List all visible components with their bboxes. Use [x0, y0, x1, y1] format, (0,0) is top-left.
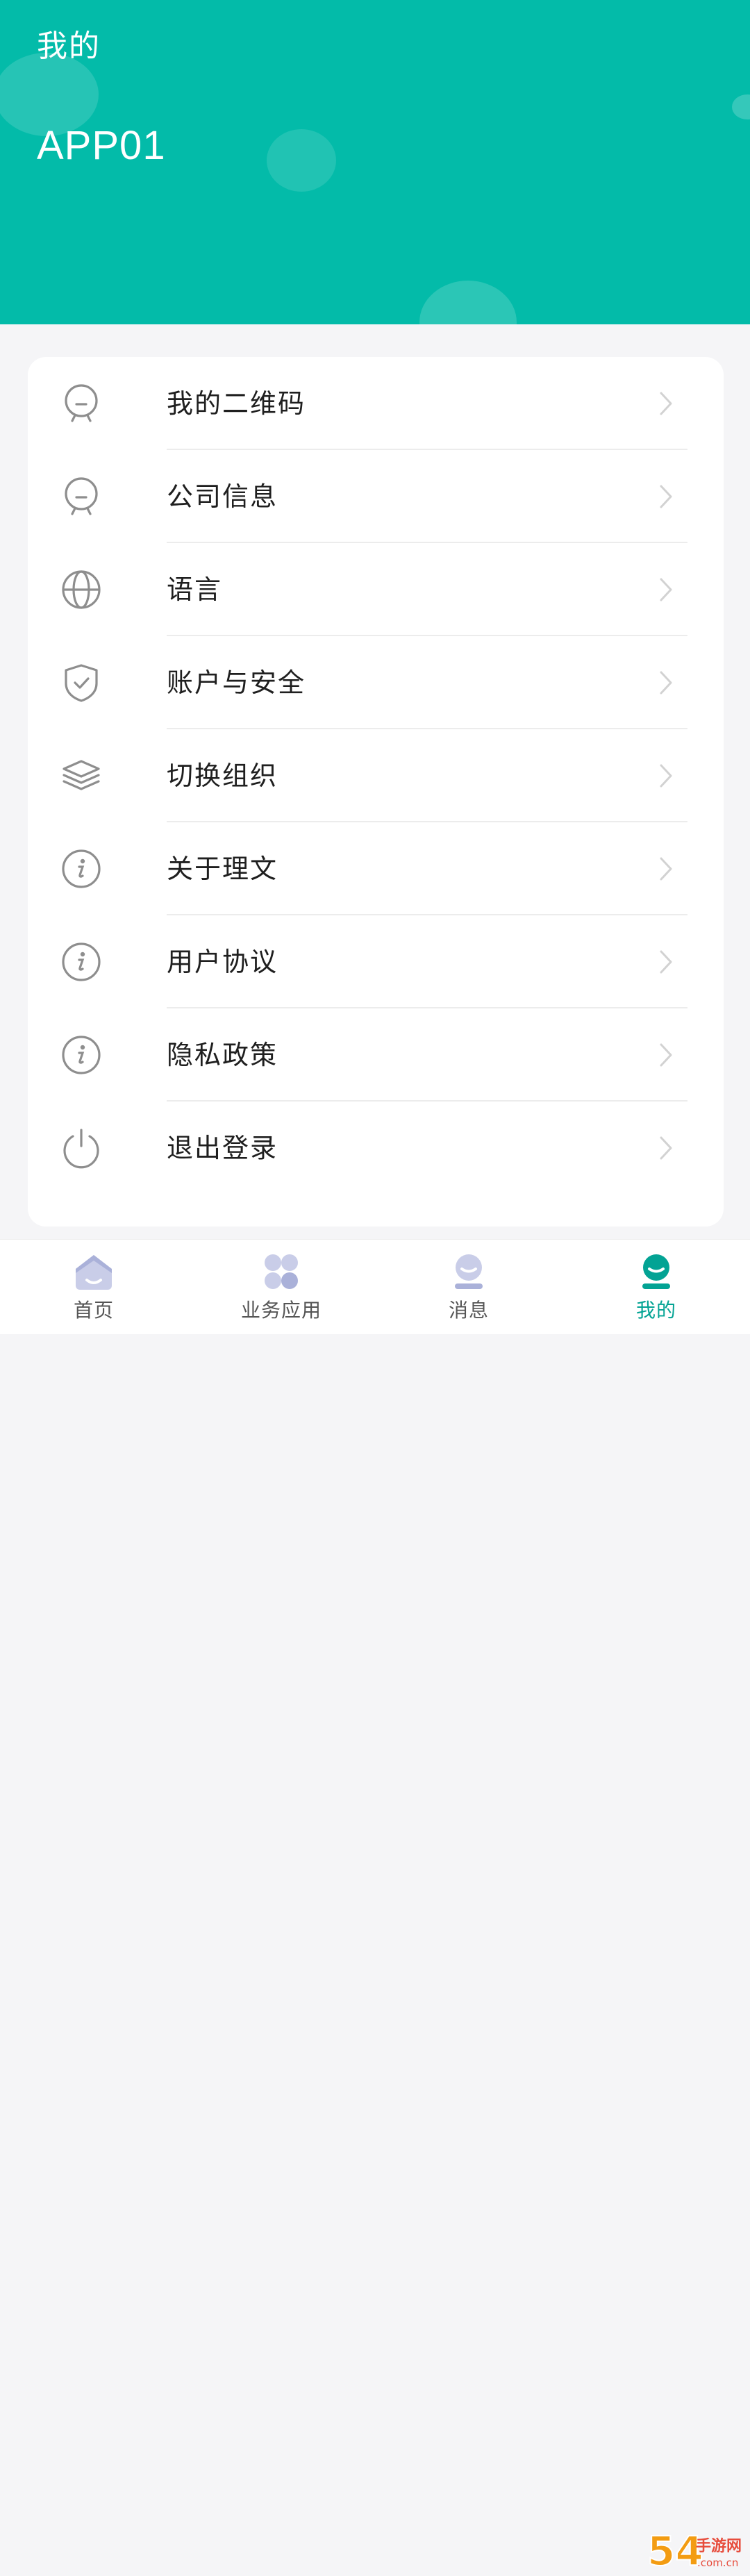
bottom-tab-bar: 首页 业务应用 消息 我的 54 手游网 .com.cn — [0, 1239, 750, 2575]
chevron-right-icon — [651, 947, 679, 977]
info-icon — [60, 940, 103, 983]
tab-label: 业务应用 — [240, 1299, 322, 1322]
tab-label: 消息 — [448, 1299, 489, 1322]
chevron-right-icon — [651, 389, 679, 418]
svg-text:.com.cn: .com.cn — [697, 2557, 738, 2569]
menu-item-account-security[interactable]: 账户与安全 — [28, 636, 724, 729]
home-icon — [73, 1252, 115, 1291]
decorative-bubble — [419, 281, 517, 324]
robot-face-icon — [60, 475, 103, 518]
tab-label: 首页 — [73, 1299, 114, 1322]
menu-item-label: 语言 — [167, 574, 223, 605]
chevron-right-icon — [651, 761, 679, 790]
svg-text:54: 54 — [647, 2527, 703, 2573]
menu-item-label: 隐私政策 — [167, 1040, 278, 1070]
tab-profile[interactable]: 我的 — [562, 1240, 750, 1334]
chevron-right-icon — [651, 854, 679, 883]
watermark-logo: 54 手游网 .com.cn — [646, 2526, 750, 2575]
svg-text:手游网: 手游网 — [696, 2537, 742, 2555]
menu-item-label: 公司信息 — [167, 481, 278, 512]
menu-item-label: 关于理文 — [167, 854, 278, 884]
menu-item-label: 账户与安全 — [167, 667, 306, 698]
tab-label: 我的 — [635, 1299, 676, 1322]
shield-check-icon — [60, 661, 103, 704]
globe-icon — [60, 568, 103, 611]
robot-face-icon — [60, 382, 103, 425]
chevron-right-icon — [651, 575, 679, 604]
user-name: APP01 — [37, 123, 166, 168]
profile-header: 我的 APP01 — [0, 0, 750, 324]
decorative-bubble — [732, 94, 750, 119]
apps-grid-icon — [260, 1252, 302, 1291]
menu-item-label: 切换组织 — [167, 761, 278, 791]
tab-messages[interactable]: 消息 — [375, 1240, 562, 1334]
menu-item-label: 用户协议 — [167, 947, 278, 977]
menu-item-about[interactable]: 关于理文 — [28, 822, 724, 915]
menu-item-language[interactable]: 语言 — [28, 543, 724, 636]
info-icon — [60, 1033, 103, 1077]
profile-icon — [635, 1252, 677, 1291]
chevron-right-icon — [651, 1133, 679, 1163]
menu-item-company-info[interactable]: 公司信息 — [28, 450, 724, 543]
menu-item-logout[interactable]: 退出登录 — [28, 1102, 724, 1195]
menu-item-privacy-policy[interactable]: 隐私政策 — [28, 1008, 724, 1102]
decorative-bubble — [267, 129, 336, 192]
page-title: 我的 — [37, 28, 101, 64]
tab-home[interactable]: 首页 — [0, 1240, 188, 1334]
power-icon — [60, 1127, 103, 1170]
settings-menu: 我的二维码 公司信息 语言 账户与安全 切换组织 关于理文 用户协议 隐私政策 … — [28, 357, 724, 1227]
message-icon — [448, 1252, 490, 1291]
menu-item-label: 我的二维码 — [167, 388, 306, 419]
info-icon — [60, 847, 103, 890]
chevron-right-icon — [651, 1040, 679, 1070]
chevron-right-icon — [651, 482, 679, 511]
menu-item-label: 退出登录 — [167, 1133, 278, 1163]
layers-icon — [60, 754, 103, 797]
tab-business-apps[interactable]: 业务应用 — [188, 1240, 375, 1334]
menu-item-qr-code[interactable]: 我的二维码 — [28, 357, 724, 450]
menu-item-switch-organization[interactable]: 切换组织 — [28, 729, 724, 822]
menu-item-user-agreement[interactable]: 用户协议 — [28, 915, 724, 1008]
chevron-right-icon — [651, 668, 679, 697]
